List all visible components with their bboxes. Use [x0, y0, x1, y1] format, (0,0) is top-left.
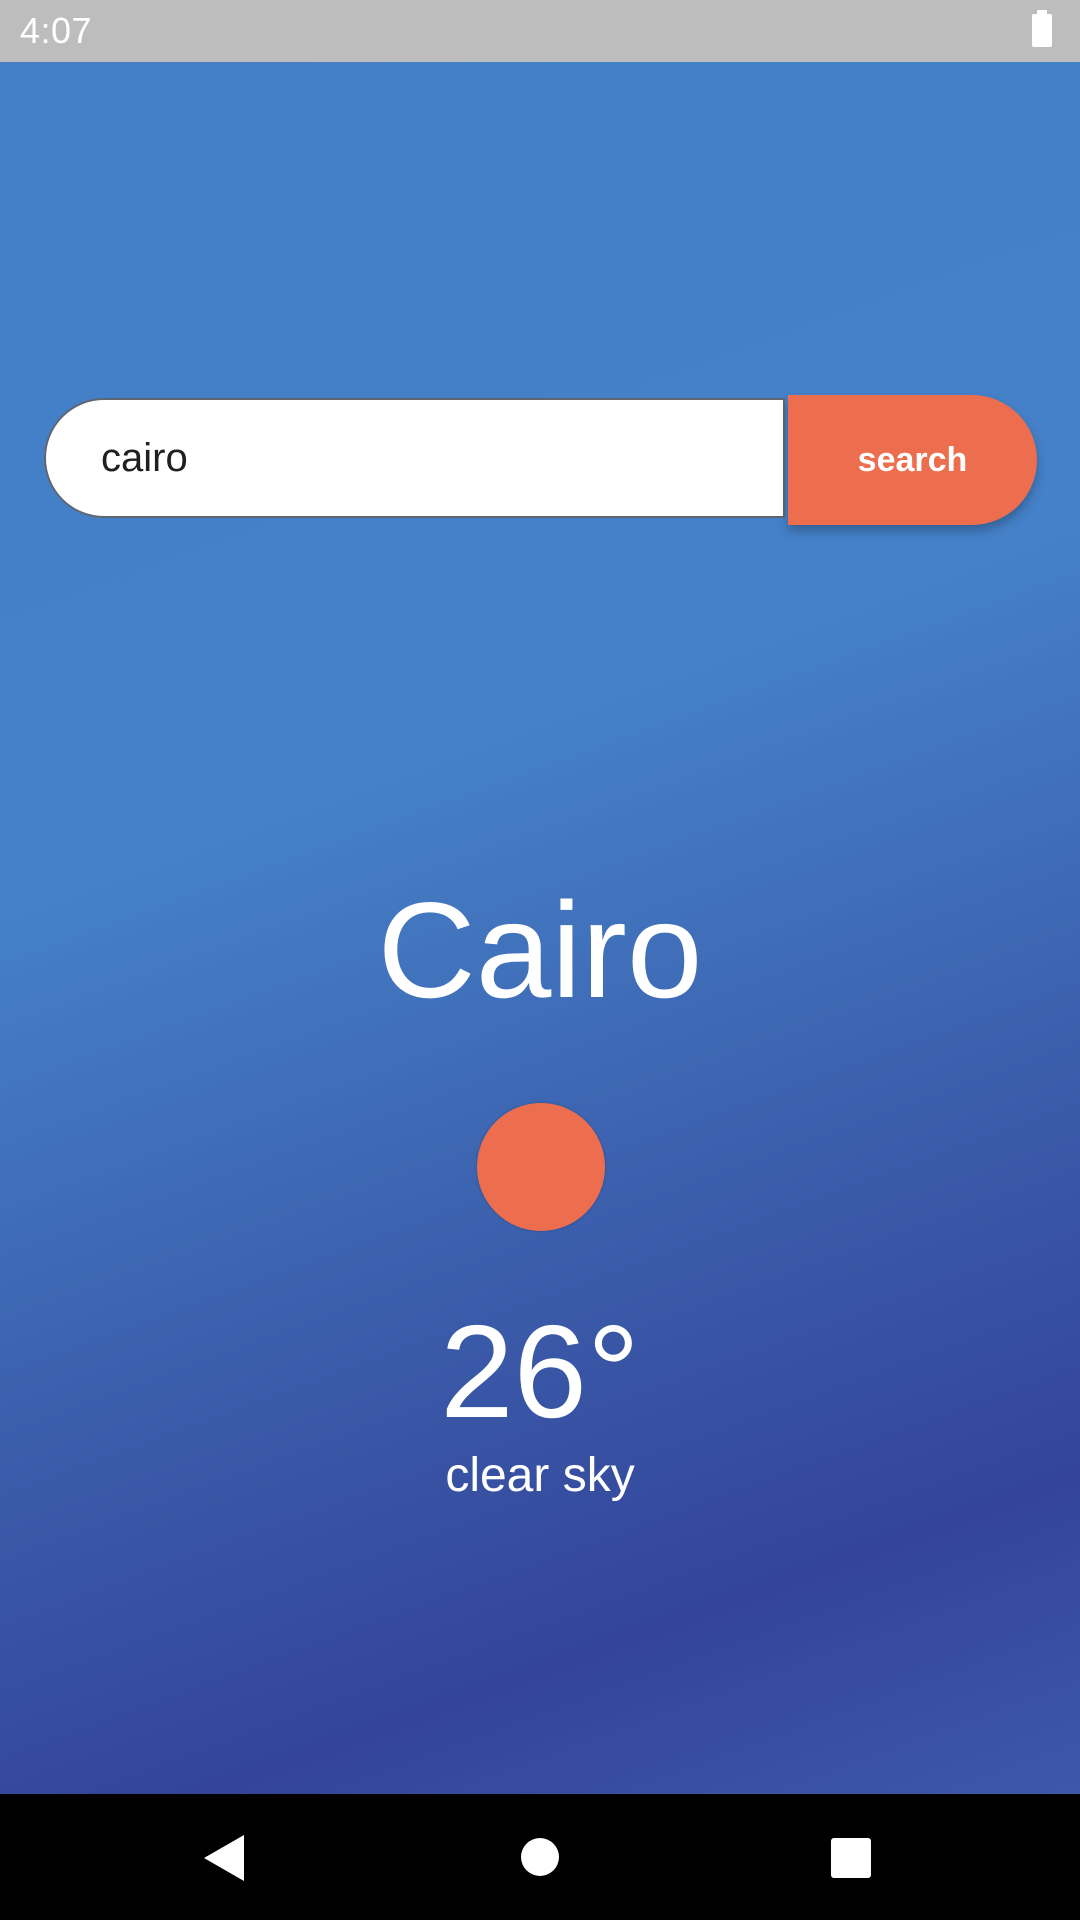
weather-app: search Cairo 26° clear sky: [0, 62, 1080, 1794]
back-triangle-icon[interactable]: [204, 1835, 244, 1881]
weather-status-icon: [477, 1103, 605, 1231]
recents-square-icon[interactable]: [831, 1838, 871, 1878]
home-circle-icon[interactable]: [521, 1838, 559, 1876]
city-search-input[interactable]: [44, 398, 785, 518]
city-name: Cairo: [377, 874, 703, 1026]
status-time: 4:07: [20, 10, 93, 51]
search-button[interactable]: search: [788, 395, 1037, 525]
weather-description: clear sky: [445, 1449, 635, 1502]
navigation-bar: [0, 1794, 1080, 1920]
status-bar: 4:07: [0, 0, 1080, 62]
weather-app-screen: 4:07 search Cairo 26° clear sky: [0, 0, 1080, 1920]
search-bar: search: [44, 395, 1037, 529]
battery-full-icon: [1032, 10, 1052, 47]
temperature: 26°: [440, 1298, 640, 1445]
